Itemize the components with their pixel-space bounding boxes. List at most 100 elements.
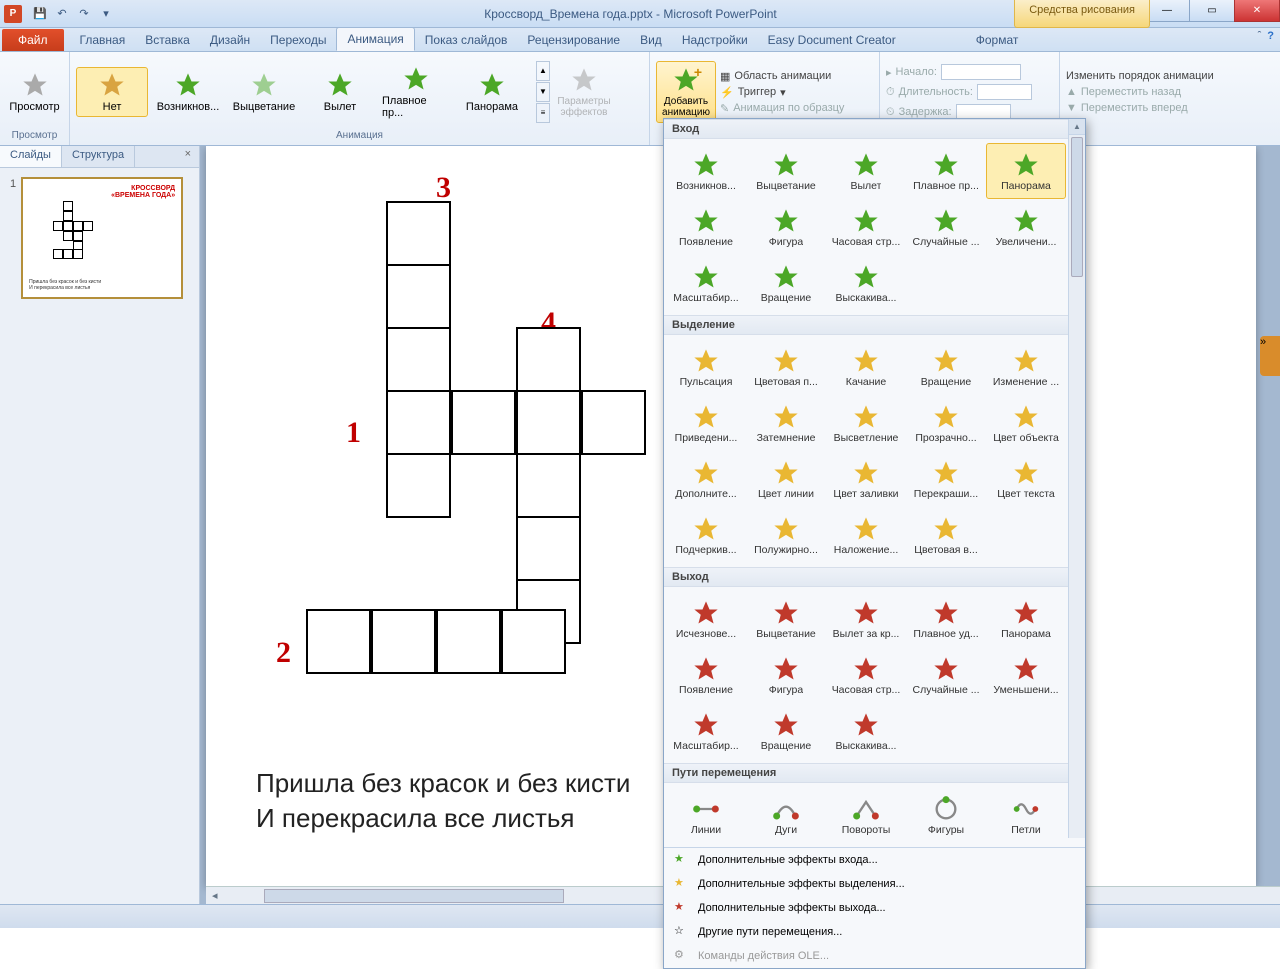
gallery-item[interactable]: Выскакива...	[826, 703, 906, 759]
gallery-scrollbar[interactable]: ▲	[1068, 119, 1085, 838]
gallery-item[interactable]: Вращение	[746, 703, 826, 759]
tab-easy-doc[interactable]: Easy Document Creator	[758, 29, 906, 51]
gallery-item[interactable]: Вращение	[906, 339, 986, 395]
gallery-item[interactable]: Часовая стр...	[826, 199, 906, 255]
crossword-cell[interactable]	[436, 609, 501, 674]
close-button[interactable]: ✕	[1234, 0, 1280, 22]
more-entrance-effects[interactable]: ★Дополнительные эффекты входа...	[664, 848, 1085, 872]
save-icon[interactable]: 💾	[30, 4, 50, 24]
gallery-item[interactable]: Плавное пр...	[906, 143, 986, 199]
crossword-cell[interactable]	[386, 327, 451, 392]
scroll-thumb[interactable]	[1071, 137, 1083, 277]
gallery-item[interactable]: Петли	[986, 787, 1066, 843]
undo-icon[interactable]: ↶	[52, 4, 72, 24]
gallery-item[interactable]: Высветление	[826, 395, 906, 451]
more-emphasis-effects[interactable]: ★Дополнительные эффекты выделения...	[664, 872, 1085, 896]
gallery-item[interactable]: Фигура	[746, 647, 826, 703]
crossword-cell[interactable]	[386, 201, 451, 266]
gallery-item[interactable]: Уменьшени...	[986, 647, 1066, 703]
crossword-cell[interactable]	[451, 390, 516, 455]
scroll-up-icon[interactable]: ▲	[1069, 119, 1085, 135]
gallery-item[interactable]: Приведени...	[666, 395, 746, 451]
tab-animations[interactable]: Анимация	[336, 27, 414, 51]
anim-split[interactable]: Панорама	[456, 67, 528, 117]
gallery-item[interactable]: Изменение ...	[986, 339, 1066, 395]
minimize-button[interactable]: —	[1144, 0, 1190, 22]
gallery-item[interactable]: Выскакива...	[826, 255, 906, 311]
gallery-item[interactable]: Вылет	[826, 143, 906, 199]
gallery-item[interactable]: Цвет линии	[746, 451, 826, 507]
trigger-button[interactable]: ⚡Триггер ▾	[720, 85, 844, 100]
crossword-cell[interactable]	[371, 609, 436, 674]
gallery-item[interactable]: Возникнов...	[666, 143, 746, 199]
gallery-item[interactable]: Повороты	[826, 787, 906, 843]
panel-close-icon[interactable]: ×	[177, 146, 199, 167]
tab-slideshow[interactable]: Показ слайдов	[415, 29, 518, 51]
start-input[interactable]	[941, 64, 1021, 80]
maximize-button[interactable]: ▭	[1189, 0, 1235, 22]
animation-painter-button[interactable]: ✎Анимация по образцу	[720, 101, 844, 116]
gallery-item[interactable]: Случайные ...	[906, 647, 986, 703]
gallery-item[interactable]: Линии	[666, 787, 746, 843]
add-animation-button[interactable]: + Добавить анимацию	[656, 61, 716, 123]
gallery-item[interactable]: Цвет объекта	[986, 395, 1066, 451]
gallery-item[interactable]: Качание	[826, 339, 906, 395]
gallery-item[interactable]: Перекраши...	[906, 451, 986, 507]
gallery-item[interactable]: Исчезнове...	[666, 591, 746, 647]
gallery-item[interactable]: Случайные ...	[906, 199, 986, 255]
gallery-item[interactable]: Масштабир...	[666, 255, 746, 311]
minimize-ribbon-icon[interactable]: ˆ	[1258, 30, 1262, 42]
gallery-item[interactable]: Появление	[666, 647, 746, 703]
more-exit-effects[interactable]: ★Дополнительные эффекты выхода...	[664, 896, 1085, 920]
gallery-item[interactable]: Полужирно...	[746, 507, 826, 563]
gallery-item[interactable]: Затемнение	[746, 395, 826, 451]
tab-insert[interactable]: Вставка	[135, 29, 200, 51]
crossword-cell[interactable]	[516, 327, 581, 392]
slide-thumbnail[interactable]: КРОССВОРД «ВРЕМЕНА ГОДА» Пришла без крас…	[22, 178, 182, 298]
crossword-cell[interactable]	[306, 609, 371, 674]
gallery-item[interactable]: Выцветание	[746, 591, 826, 647]
anim-appear[interactable]: Возникнов...	[152, 67, 224, 117]
tab-review[interactable]: Рецензирование	[517, 29, 630, 51]
gallery-item[interactable]: Прозрачно...	[906, 395, 986, 451]
gallery-item[interactable]: Панорама	[986, 143, 1066, 199]
gallery-item[interactable]: Наложение...	[826, 507, 906, 563]
gallery-item[interactable]: Цветовая в...	[906, 507, 986, 563]
move-later-button[interactable]: ▼ Переместить вперед	[1066, 101, 1188, 115]
gallery-item[interactable]: Выцветание	[746, 143, 826, 199]
gallery-item[interactable]: Появление	[666, 199, 746, 255]
gallery-item[interactable]: Панорама	[986, 591, 1066, 647]
qat-customize-icon[interactable]: ▾	[96, 4, 116, 24]
gallery-more-icon[interactable]: ≡	[536, 103, 550, 123]
anim-none[interactable]: Нет	[76, 67, 148, 117]
gallery-down-icon[interactable]: ▼	[536, 82, 550, 102]
gallery-item[interactable]: Плавное уд...	[906, 591, 986, 647]
tab-addins[interactable]: Надстройки	[672, 29, 758, 51]
gallery-item[interactable]: Часовая стр...	[826, 647, 906, 703]
tab-design[interactable]: Дизайн	[200, 29, 260, 51]
gallery-item[interactable]: Цвет заливки	[826, 451, 906, 507]
outline-tab[interactable]: Структура	[62, 146, 135, 167]
tab-format[interactable]: Формат	[966, 29, 1029, 51]
tab-transitions[interactable]: Переходы	[260, 29, 336, 51]
anim-float[interactable]: Плавное пр...	[380, 61, 452, 123]
crossword-cell[interactable]	[516, 390, 581, 455]
preview-button[interactable]: Просмотр	[5, 67, 63, 117]
gallery-item[interactable]: Цветовая п...	[746, 339, 826, 395]
file-tab[interactable]: Файл	[2, 29, 64, 51]
gallery-item[interactable]: Цвет текста	[986, 451, 1066, 507]
gallery-item[interactable]: Увеличени...	[986, 199, 1066, 255]
anim-fade[interactable]: Выцветание	[228, 67, 300, 117]
gallery-up-icon[interactable]: ▲	[536, 61, 550, 81]
move-earlier-button[interactable]: ▲ Переместить назад	[1066, 85, 1181, 99]
gallery-item[interactable]: Подчеркив...	[666, 507, 746, 563]
tab-home[interactable]: Главная	[70, 29, 136, 51]
crossword-cell[interactable]	[386, 264, 451, 329]
slides-tab[interactable]: Слайды	[0, 146, 62, 167]
crossword-cell[interactable]	[516, 453, 581, 518]
duration-input[interactable]	[977, 84, 1032, 100]
anim-flyin[interactable]: Вылет	[304, 67, 376, 117]
effect-options-button[interactable]: Параметры эффектов	[554, 62, 614, 122]
gallery-item[interactable]: Масштабир...	[666, 703, 746, 759]
crossword-cell[interactable]	[581, 390, 646, 455]
